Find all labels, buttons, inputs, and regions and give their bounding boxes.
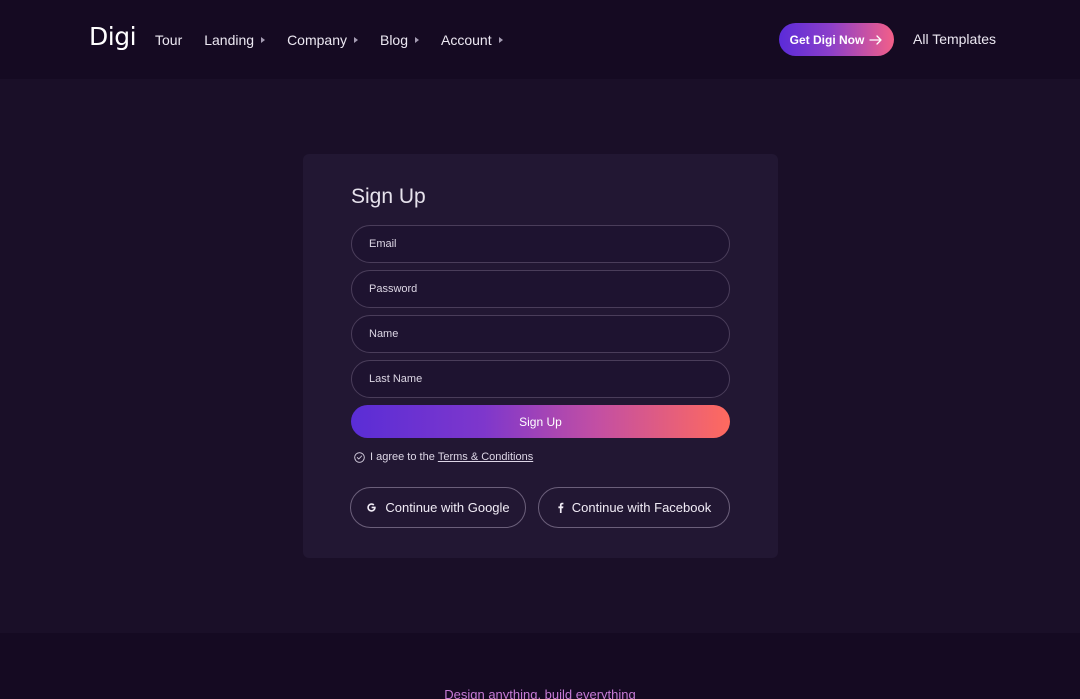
caret-right-icon (261, 37, 266, 43)
cta-label: Get Digi Now (789, 32, 865, 47)
arrow-right-icon (869, 34, 883, 45)
nav-item-landing[interactable]: Landing (204, 32, 266, 48)
signup-title: Sign Up (351, 185, 426, 208)
footer-tagline: Design anything, build everything (444, 687, 636, 699)
password-field-wrapper (351, 270, 730, 308)
main-nav: Tour Landing Company Blog Account (155, 31, 525, 49)
signup-card: Sign Up Sign Up I agree to the Terms & C… (303, 154, 778, 558)
caret-right-icon (353, 37, 358, 43)
name-field[interactable] (352, 316, 729, 352)
caret-right-icon (498, 37, 503, 43)
caret-right-icon (415, 37, 420, 43)
last-name-field-wrapper (351, 360, 730, 398)
google-icon (366, 502, 377, 513)
nav-item-label: Account (441, 32, 492, 48)
email-field-wrapper (351, 225, 730, 263)
nav-item-label: Blog (379, 32, 409, 48)
nav-item-account[interactable]: Account (441, 32, 503, 48)
facebook-button-label: Continue with Facebook (571, 500, 712, 515)
get-digi-now-button[interactable]: Get Digi Now (779, 23, 894, 56)
logo[interactable]: Digi (89, 22, 137, 51)
nav-item-blog[interactable]: Blog (379, 32, 420, 48)
continue-with-facebook-button[interactable]: Continue with Facebook (538, 487, 730, 528)
email-field[interactable] (352, 226, 729, 262)
terms-link[interactable]: Terms & Conditions (438, 451, 533, 463)
name-field-wrapper (351, 315, 730, 353)
nav-item-label: Company (287, 32, 347, 48)
nav-item-tour[interactable]: Tour (155, 32, 182, 48)
site-footer: Design anything, build everything (0, 633, 1080, 699)
nav-item-label: Landing (204, 32, 255, 48)
sign-up-button[interactable]: Sign Up (351, 405, 730, 438)
site-header: Digi Tour Landing Company Blog Account G… (0, 0, 1080, 79)
terms-agreement: I agree to the Terms & Conditions (354, 451, 533, 463)
agree-text: I agree to the (370, 451, 435, 463)
nav-item-label: Tour (155, 32, 183, 48)
check-circle-icon[interactable] (354, 451, 365, 463)
last-name-field[interactable] (352, 361, 729, 397)
password-field[interactable] (352, 271, 729, 307)
all-templates-link[interactable]: All Templates (913, 31, 996, 47)
google-button-label: Continue with Google (385, 500, 510, 515)
facebook-icon (557, 502, 564, 513)
continue-with-google-button[interactable]: Continue with Google (350, 487, 526, 528)
nav-item-company[interactable]: Company (287, 32, 358, 48)
